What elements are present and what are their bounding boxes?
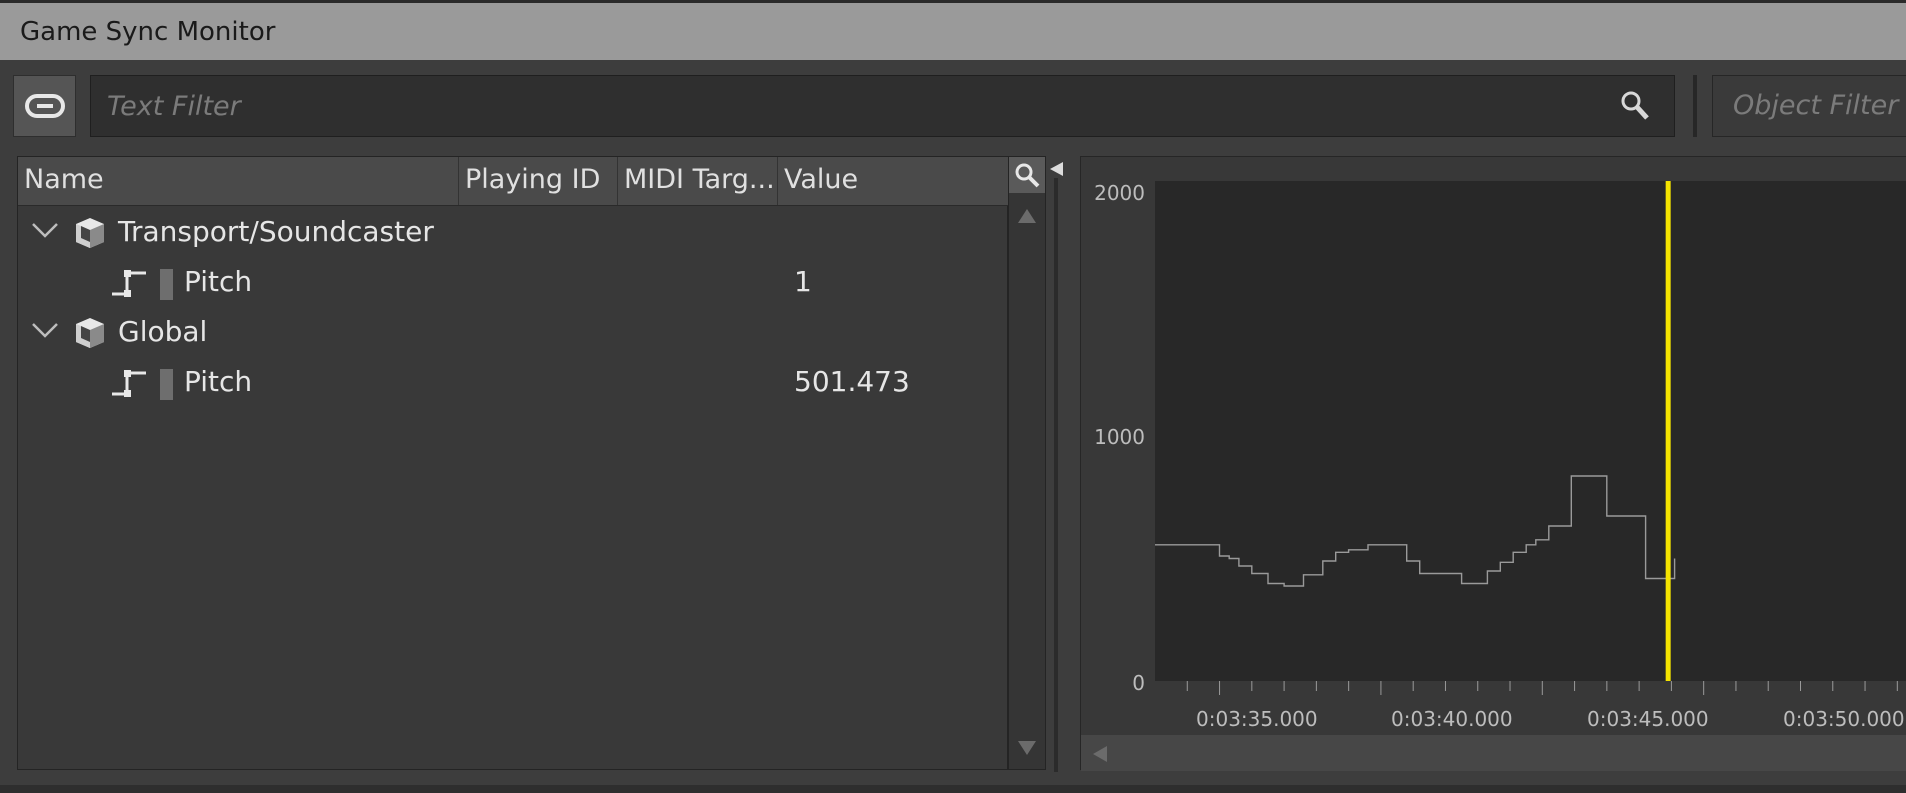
zoom-icon [1015,163,1040,188]
tree-item-label: Pitch [184,365,253,398]
game-parameter-icon [112,270,146,297]
toolbar-separator [1693,75,1697,137]
tree-row-transport[interactable]: Transport/Soundcaster [18,208,1008,258]
game-sync-tree: Name Playing ID MIDI Targ... Value Trans… [17,156,1008,770]
game-object-icon [76,218,104,248]
bottom-border [0,785,1906,793]
tree-item-label: Transport/Soundcaster [118,215,434,248]
pitch-plot [1155,181,1898,695]
column-header-value[interactable]: Value [778,157,1008,205]
game-object-icon [76,318,104,348]
x-tick-label: 0:03:35.000 [1196,707,1318,731]
value-bar [160,369,173,400]
tree-item-label: Global [118,315,208,348]
collapse-panel-icon[interactable] [1047,160,1065,178]
text-filter-input[interactable]: Text Filter [90,75,1675,137]
pitch-series-line [1155,475,1676,587]
column-header-name[interactable]: Name [18,157,459,205]
scroll-left-icon[interactable] [1091,745,1109,763]
window-titlebar: Game Sync Monitor [0,0,1906,60]
tree-row-pitch[interactable]: Pitch 501.473 [18,358,1008,408]
text-filter-placeholder: Text Filter [107,91,241,122]
column-header-midi-target[interactable]: MIDI Targ... [618,157,778,205]
x-tick-label: 0:03:40.000 [1391,707,1513,731]
plot-area[interactable] [1155,181,1906,695]
y-tick-label: 0 [1132,671,1145,695]
chevron-down-icon[interactable] [30,320,60,340]
x-tick-label: 0:03:50.000 [1783,707,1905,731]
tree-item-label: Pitch [184,265,253,298]
window-title: Game Sync Monitor [20,17,276,47]
object-filter-placeholder: Object Filter [1733,90,1899,121]
search-icon [1621,91,1649,120]
game-parameter-icon [112,370,146,397]
tree-header: Name Playing ID MIDI Targ... Value [18,157,1008,206]
tree-row-global[interactable]: Global [18,308,1008,358]
panel-splitter[interactable] [1054,178,1058,772]
graph-view[interactable]: 2000 1000 0 0:03:35.000 0:03:40.000 0:03… [1080,156,1906,771]
tree-row-pitch[interactable]: Pitch 1 [18,258,1008,308]
value-bar [160,269,173,300]
tree-item-value: 1 [794,265,812,298]
vertical-scrollbar[interactable] [1008,156,1046,770]
y-tick-label: 1000 [1094,425,1145,449]
object-filter-input[interactable]: Object Filter [1712,75,1906,137]
y-tick-label: 2000 [1094,181,1145,205]
link-icon [24,94,65,118]
scroll-down-icon[interactable] [1017,739,1037,757]
chevron-down-icon[interactable] [30,220,60,240]
horizontal-scrollbar[interactable] [1081,735,1906,771]
column-header-playing-id[interactable]: Playing ID [459,157,618,205]
link-button[interactable] [13,75,76,137]
scroll-up-icon[interactable] [1017,207,1037,225]
x-tick-label: 0:03:45.000 [1587,707,1709,731]
zoom-button[interactable] [1009,157,1045,193]
tree-item-value: 501.473 [794,365,910,398]
